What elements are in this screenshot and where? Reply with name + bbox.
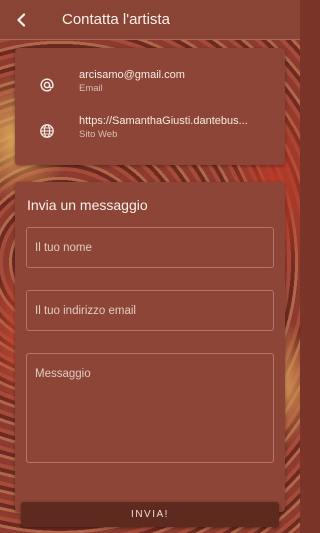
contact-card: arcisamo@gmail.com Email https://Samanth… [15, 48, 285, 165]
page-title: Contatta l'artista [62, 11, 170, 28]
name-input[interactable] [26, 227, 274, 268]
website-label: Sito Web [79, 129, 118, 140]
email-label: Email [79, 83, 103, 94]
submit-button[interactable]: INVIA! [21, 502, 279, 527]
contact-row-email[interactable]: arcisamo@gmail.com Email [15, 68, 285, 108]
message-card: Invia un messaggio [15, 182, 285, 512]
back-button[interactable] [0, 0, 44, 40]
email-value: arcisamo@gmail.com [79, 69, 185, 81]
email-input[interactable] [26, 290, 274, 331]
chevron-left-icon [17, 12, 26, 27]
at-icon [37, 75, 57, 95]
website-value: https://SamanthaGiusti.dantebus... [79, 115, 248, 127]
globe-icon [37, 121, 57, 141]
message-textarea[interactable] [26, 353, 274, 463]
message-section-title: Invia un messaggio [27, 197, 148, 213]
contact-row-website[interactable]: https://SamanthaGiusti.dantebus... Sito … [15, 114, 285, 154]
app-bar: Contatta l'artista [0, 0, 300, 40]
